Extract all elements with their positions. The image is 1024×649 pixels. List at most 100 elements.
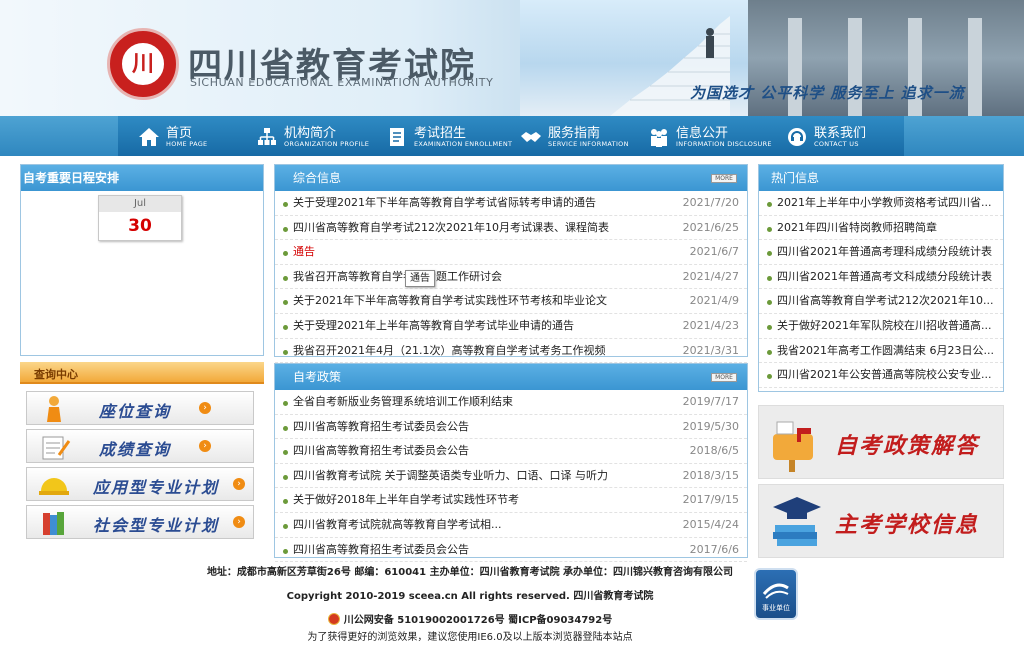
list-item[interactable]: 四川省2021年普通高考文科成绩分段统计表 — [759, 265, 1003, 290]
more-button[interactable]: MORE — [711, 174, 737, 183]
person-icon — [47, 396, 61, 422]
nav-label: 考试招生 — [414, 126, 467, 141]
nav-label-en: CONTACT US — [814, 140, 859, 148]
people-icon — [651, 129, 667, 147]
list-item[interactable]: 通告 2021/6/7 — [275, 240, 747, 265]
grade-icon — [42, 436, 71, 460]
list-item[interactable]: 关于做好2021年军队院校在川招收普通高... — [759, 314, 1003, 339]
site-header: 川 四川省教育考试院 SICHUAN EDUCATIONAL EXAMINATI… — [0, 0, 1024, 116]
news-title: 我省召开高等教育自学考试命题工作研讨会 — [293, 269, 502, 283]
arrow-right-icon: › — [199, 440, 211, 452]
list-item[interactable]: 四川省教育考试院 关于调整英语类专业听力、口语、口译 与听力 2018/3/15 — [275, 464, 747, 489]
site-subtitle: SICHUAN EDUCATIONAL EXAMINATION AUTHORIT… — [190, 76, 494, 89]
news-date: 2015/4/24 — [682, 517, 739, 531]
list-item[interactable]: 关于做好2018年上半年自学考试实践性环节考 2017/9/15 — [275, 488, 747, 513]
nav-label: 联系我们 — [814, 126, 867, 141]
policy-faq-banner[interactable]: 自考政策解答 — [758, 405, 1004, 479]
list-item[interactable]: 四川省2021年公安普通高等院校公安专业... — [759, 363, 1003, 388]
badge-label: 事业单位 — [762, 604, 790, 612]
list-item[interactable]: 我省2021年高考工作圆满结束 6月23日公... — [759, 339, 1003, 364]
hot-title: 四川省高等教育自学考试212次2021年10... — [777, 294, 994, 308]
police-badge-icon — [327, 613, 340, 625]
general-info-title: 综合信息 — [293, 171, 342, 185]
calendar-date[interactable]: Jul 30 — [98, 195, 182, 241]
news-date: 2018/3/15 — [682, 468, 739, 482]
handshake-icon — [521, 132, 541, 142]
document-icon — [390, 128, 404, 146]
news-title: 四川省高等教育招生考试委员会公告 — [293, 419, 469, 433]
policy-panel: 自考政策 MORE 全省自考新版业务管理系统培训工作顺利结束 2019/7/17 … — [274, 363, 748, 563]
list-item[interactable]: 四川省高等教育招生考试委员会公告 2018/6/5 — [275, 439, 747, 464]
main-nav: 首页 HOME PAGE 机构简介 ORGANIZATION PROFILE 考… — [0, 116, 1024, 156]
home-icon — [139, 128, 159, 146]
hot-title: 关于做好2021年军队院校在川招收普通高... — [777, 318, 992, 332]
list-item[interactable]: 四川省教育考试院就高等教育自学考试相... 2015/4/24 — [275, 513, 747, 538]
schedule-title: 自考重要日程安排 — [21, 165, 263, 191]
nav-label-en: ORGANIZATION PROFILE — [284, 140, 370, 148]
banner-label: 自考政策解答 — [835, 434, 980, 459]
query-center-title: 查询中心 — [34, 368, 78, 381]
list-item[interactable]: 四川省高等教育招生考试委员会公告 2017/6/6 — [275, 538, 747, 563]
news-title: 四川省教育考试院 关于调整英语类专业听力、口语、口译 与听力 — [293, 468, 608, 482]
general-info-panel: 综合信息 MORE 关于受理2021年下半年高等教育自学考试省际转考申请的通告 2… — [274, 164, 748, 364]
authority-logo[interactable]: 川 — [107, 28, 179, 100]
footer-beian[interactable]: 川公网安备 51019002001726号 蜀ICP备09034792号 — [0, 611, 940, 626]
news-title: 全省自考新版业务管理系统培训工作顺利结束 — [293, 395, 513, 408]
news-date: 2021/4/9 — [689, 294, 739, 308]
query-label: 应用型专业计划 — [93, 478, 220, 497]
more-button[interactable]: MORE — [711, 373, 737, 382]
news-title: 关于做好2018年上半年自学考试实践性环节考 — [293, 493, 519, 507]
nav-label: 首页 — [166, 126, 193, 141]
calendar-month: Jul — [99, 196, 181, 212]
footer-address: 地址：成都市高新区芳草街26号 邮编：610041 主办单位：四川省教育考试院 … — [206, 567, 734, 578]
hot-title: 四川省2021年公安普通高等院校公安专业... — [777, 368, 992, 382]
query-center-header: 查询中心 — [20, 362, 264, 384]
schedule-panel: 自考重要日程安排 — [20, 164, 264, 356]
list-item[interactable]: 全省自考新版业务管理系统培训工作顺利结束 2019/7/17 — [275, 390, 747, 415]
list-item[interactable]: 四川省高等教育自学考试212次2021年10月考试课表、课程简表 2021/6/2… — [275, 216, 747, 241]
banner-label: 主考学校信息 — [835, 513, 980, 538]
nav-label-en: INFORMATION DISCLOSURE — [676, 140, 772, 148]
list-item[interactable]: 我省召开2021年4月（21.1次）高等教育自学考试考务工作视频 2021/3/3… — [275, 339, 747, 364]
hot-title: 四川省2021年普通高考文科成绩分段统计表 — [777, 269, 992, 283]
list-item[interactable]: 我省召开高等教育自学考试命题工作研讨会 2021/4/27 — [275, 265, 747, 290]
footer-browser-tip: 为了获得更好的浏览效果，建议您使用IE6.0及以上版本浏览器登陆本站点 — [307, 632, 633, 643]
hover-tooltip: 通告 — [405, 270, 435, 287]
nav-label-en: EXAMINATION ENROLLMENT — [414, 140, 513, 148]
contact-icon — [788, 128, 806, 146]
applied-major-plan-button[interactable]: 应用型专业计划 › — [26, 467, 254, 501]
arrow-right-icon: › — [233, 516, 245, 528]
nav-bar: 首页 HOME PAGE 机构简介 ORGANIZATION PROFILE 考… — [118, 116, 904, 156]
mailbox-icon — [773, 421, 813, 472]
list-item[interactable]: 四川省2021年普通高考理科成绩分段统计表 — [759, 240, 1003, 265]
nav-label: 信息公开 — [676, 126, 729, 141]
query-label: 成绩查询 — [99, 440, 172, 459]
list-item[interactable]: 关于受理2021年下半年高等教育自学考试省际转考申请的通告 2021/7/20 — [275, 191, 747, 216]
school-info-banner[interactable]: 主考学校信息 — [758, 484, 1004, 558]
hot-info-title: 热门信息 — [759, 165, 1003, 191]
social-major-plan-button[interactable]: 社会型专业计划 › — [26, 505, 254, 539]
logo-mark: 川 — [120, 41, 166, 87]
hot-title: 2021年上半年中小学教师资格考试四川省... — [777, 196, 992, 209]
seat-query-button[interactable]: 座位查询 › — [26, 391, 254, 425]
news-date: 2017/9/15 — [682, 493, 739, 507]
list-item[interactable]: 关于2021年下半年高等教育自学考试实践性环节考核和毕业论文 2021/4/9 — [275, 289, 747, 314]
policy-list: 全省自考新版业务管理系统培训工作顺利结束 2019/7/17 四川省高等教育招生考… — [275, 390, 747, 563]
news-title: 通告 — [293, 245, 315, 259]
list-item[interactable]: 四川省高等教育招生考试委员会公告 2019/5/30 — [275, 415, 747, 440]
list-item[interactable]: 2021年上半年中小学教师资格考试四川省... — [759, 191, 1003, 216]
news-date: 2019/7/17 — [682, 395, 739, 408]
policy-title: 自考政策 — [293, 370, 342, 384]
public-institution-badge[interactable]: 事业单位 — [754, 568, 798, 620]
news-title: 关于2021年下半年高等教育自学考试实践性环节考核和毕业论文 — [293, 294, 607, 308]
news-date: 2021/3/31 — [682, 343, 739, 357]
nav-label-en: HOME PAGE — [166, 140, 208, 148]
news-date: 2018/6/5 — [689, 444, 739, 458]
news-title: 四川省教育考试院就高等教育自学考试相... — [293, 517, 502, 531]
list-item[interactable]: 关于受理2021年上半年高等教育自学考试毕业申请的通告 2021/4/23 — [275, 314, 747, 339]
grade-query-button[interactable]: 成绩查询 › — [26, 429, 254, 463]
list-item[interactable]: 四川省高等教育自学考试212次2021年10... — [759, 289, 1003, 314]
list-item[interactable]: 2021年四川省特岗教师招聘简章 — [759, 216, 1003, 241]
news-date: 2021/4/23 — [682, 318, 739, 332]
badge-emblem-icon — [762, 583, 789, 599]
